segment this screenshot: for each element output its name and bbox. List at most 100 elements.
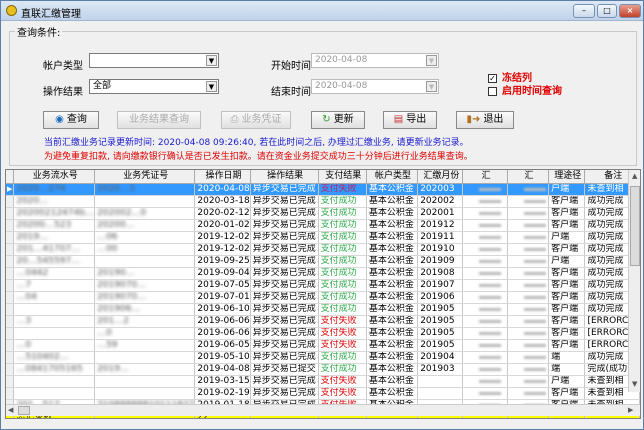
minimize-button[interactable]: – <box>573 4 595 18</box>
cell-date: 2020-03-18 <box>194 195 251 208</box>
cell-serial: …7 <box>13 279 96 292</box>
start-time-picker[interactable]: 2020-04-08 ▼ <box>311 53 439 68</box>
cell-date: 2019-04-08 <box>194 363 251 376</box>
table-row[interactable]: 201…41707… …00 2019-12-02 异步交易已完成 支付成功 基本公积金 2… <box>6 243 640 256</box>
row-indicator[interactable] <box>6 339 15 352</box>
maximize-button[interactable]: □ <box>597 4 617 18</box>
row-indicator[interactable] <box>6 195 15 208</box>
exit-button[interactable]: ▮➜ 退出 <box>456 111 514 129</box>
masked-value: …0 <box>97 327 112 338</box>
row-indicator[interactable] <box>6 243 15 256</box>
cell-masked <box>462 183 508 196</box>
column-header[interactable]: 理途径 <box>548 170 586 184</box>
row-indicator[interactable] <box>6 291 15 304</box>
table-row[interactable]: …04 2019070… 2019-07-01 异步交易已完成 支付成功 基本公积金 201… <box>6 291 640 304</box>
table-row[interactable]: …3 201…2 2019-06-06 异步交易已完成 支付失败 基本公积金 201905 客… <box>6 315 640 328</box>
table-row[interactable]: 2019… …06 2019-12-02 异步交易已完成 支付成功 基本公积金 201911… <box>6 231 640 244</box>
table-row[interactable]: ▶ 2020…274 2020…3 2020-04-08 异步交易已完成 支付失败 基本公积… <box>6 183 640 196</box>
table-row[interactable]: …0442 20190… 2019-09-04 异步交易已完成 支付成功 基本公积金 201… <box>6 267 640 280</box>
table-row[interactable]: …0 2019-06-06 异步交易已完成 支付失败 基本公积金 201905 客户端 [ER… <box>6 327 640 340</box>
table-row[interactable]: 20200212474b… 202002…0 2020-02-12 异步交易已完成 支付… <box>6 207 640 220</box>
row-indicator[interactable] <box>6 267 15 280</box>
scroll-left-icon[interactable]: ◀ <box>8 406 13 414</box>
column-header[interactable]: 操作结果 <box>250 170 319 184</box>
row-indicator[interactable] <box>6 219 15 232</box>
cell-date: 2019-09-04 <box>194 267 251 280</box>
scroll-down-icon[interactable]: ▼ <box>632 380 637 388</box>
chevron-down-icon[interactable]: ▼ <box>206 81 217 92</box>
scroll-thumb[interactable] <box>18 406 30 415</box>
table-row[interactable]: 2020… 2020-03-18 异步交易已完成 支付成功 基本公积金 202002 客户端… <box>6 195 640 208</box>
row-indicator[interactable] <box>6 279 15 292</box>
checkbox-unchecked-icon[interactable] <box>488 86 497 96</box>
cell-serial: …0841705165 <box>13 363 96 376</box>
column-header[interactable]: 汇缴月份 <box>417 170 464 184</box>
cell-masked <box>462 219 508 232</box>
end-time-picker[interactable]: 2020-04-08 ▼ <box>311 79 439 94</box>
table-row[interactable]: …7 2019070… 2019-07-05 异步交易已完成 支付成功 基本公积金 2019… <box>6 279 640 292</box>
column-header[interactable]: 汇 <box>507 170 550 184</box>
column-header[interactable]: 操作日期 <box>194 170 251 184</box>
op-result-select[interactable]: 全部 ▼ <box>89 79 219 94</box>
row-indicator[interactable] <box>6 315 15 328</box>
table-row[interactable]: …0 …59 2019-06-05 异步交易已完成 支付失败 基本公积金 201905 客户端… <box>6 339 640 352</box>
cell-voucher <box>94 375 196 388</box>
vertical-scrollbar[interactable]: ▲ ▼ <box>628 170 640 392</box>
cell-channel: 户端 <box>548 375 586 388</box>
row-indicator[interactable] <box>6 231 15 244</box>
chevron-down-icon[interactable]: ▼ <box>426 81 437 92</box>
row-indicator[interactable] <box>6 351 15 364</box>
table-row[interactable]: 20200…523 20200… 2020-01-02 异步交易已完成 支付成功 基本公积… <box>6 219 640 232</box>
cell-masked <box>507 387 550 400</box>
cell-date: 2019-06-05 <box>194 339 251 352</box>
query-button[interactable]: ◉ 查询 <box>43 111 99 129</box>
row-indicator[interactable] <box>6 327 15 340</box>
cell-serial <box>13 387 96 400</box>
refresh-button[interactable]: ↻ 更新 <box>311 111 365 129</box>
cell-acct: 基本公积金 <box>366 303 419 316</box>
table-row[interactable]: …510402… 2019-05-10 异步交易已完成 支付成功 基本公积金 201904… <box>6 351 640 364</box>
current-row-arrow-icon[interactable]: ▶ <box>6 183 15 196</box>
biz-result-query-button[interactable]: 业务结果查询 <box>117 111 201 129</box>
cell-voucher: …0 <box>94 327 196 340</box>
scroll-up-icon[interactable]: ▲ <box>632 172 637 180</box>
cell-result: 异步交易已完成 <box>250 267 319 280</box>
row-indicator[interactable] <box>6 375 15 388</box>
column-header[interactable]: 业务流水号 <box>13 170 96 184</box>
row-indicator[interactable] <box>6 387 15 400</box>
records-grid[interactable]: 业务流水号 业务凭证号 操作日期 操作结果 支付结果 帐户类型 汇缴月份汇汇理途径 备注 ▶ 2… <box>5 169 641 419</box>
cell-voucher: …06 <box>94 231 196 244</box>
export-button[interactable]: ▤ 导出 <box>383 111 437 129</box>
cell-result: 异步交易已完成 <box>250 231 319 244</box>
row-indicator[interactable] <box>6 303 15 316</box>
column-header[interactable]: 帐户类型 <box>366 170 419 184</box>
cell-voucher: 20200… <box>94 219 196 232</box>
table-row[interactable]: 2019-03-15 异步交易已完成 支付失败 基本公积金 户端 未查到相 <box>6 375 640 388</box>
table-row[interactable]: 201906… 2019-06-10 异步交易已完成 支付成功 基本公积金 201905 客… <box>6 303 640 316</box>
chevron-down-icon[interactable]: ▼ <box>206 55 217 66</box>
table-row[interactable]: …0841705165 2019… 2019-04-08 异步交易已提交 支付成功 基本公… <box>6 363 640 376</box>
row-indicator[interactable] <box>6 255 15 268</box>
biz-voucher-button[interactable]: ⎙ 业务凭证 <box>221 111 291 129</box>
account-type-select[interactable]: ▼ <box>89 53 219 68</box>
column-header[interactable]: 业务凭证号 <box>94 170 196 184</box>
row-indicator[interactable] <box>6 363 15 376</box>
cell-masked <box>507 183 550 196</box>
scroll-thumb[interactable] <box>630 186 640 266</box>
table-row[interactable]: 20…545597… 2019-09-25 异步交易已完成 支付成功 基本公积金 2019… <box>6 255 640 268</box>
scroll-right-icon[interactable]: ▶ <box>628 406 633 414</box>
column-header[interactable]: 支付结果 <box>318 170 367 184</box>
cell-serial: …0442 <box>13 267 96 280</box>
column-header[interactable]: 汇 <box>462 170 508 184</box>
cell-result: 异步交易已完成 <box>250 195 319 208</box>
masked-value <box>479 199 502 203</box>
horizontal-scrollbar[interactable]: ◀ ▶ <box>6 404 640 416</box>
window-title: 直联汇缴管理 <box>21 9 81 20</box>
time-query-checkbox[interactable]: 启用时间查询 <box>488 82 562 97</box>
cell-acct: 基本公积金 <box>366 375 419 388</box>
cell-masked <box>462 207 508 220</box>
row-indicator[interactable] <box>6 207 15 220</box>
close-button[interactable]: × <box>619 4 641 18</box>
table-row[interactable]: 2019-02-19 异步交易已完成 支付失败 基本公积金 客户端 未查到相 <box>6 387 640 400</box>
chevron-down-icon[interactable]: ▼ <box>426 55 437 66</box>
